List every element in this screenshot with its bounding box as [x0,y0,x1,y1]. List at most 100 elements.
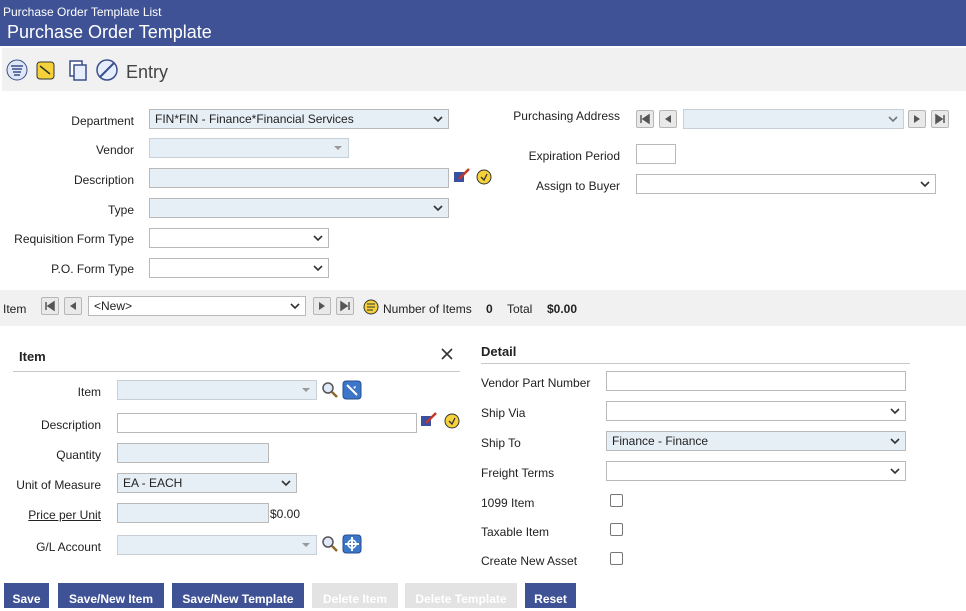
quantity-input[interactable] [117,443,269,463]
prev-icon[interactable] [659,110,677,128]
chevron-down-icon [313,265,323,272]
assign-buyer-label: Assign to Buyer [535,179,620,193]
chevron-down-icon [334,146,342,150]
vendor-part-label: Vendor Part Number [481,376,591,390]
description-label: Description [73,173,134,187]
item-1099-label: 1099 Item [481,496,535,510]
spellcheck-icon[interactable] [419,410,439,430]
purchasing-address-select[interactable] [683,109,904,129]
chevron-down-icon [890,408,900,415]
notepad-icon[interactable] [34,58,58,82]
create-asset-checkbox[interactable] [610,552,623,565]
chevron-down-icon [888,116,898,123]
mode-label: Entry [126,62,169,82]
vendor-label: Vendor [95,143,134,157]
total-label: Total [507,302,533,316]
save-new-template-button[interactable]: Save/New Template [172,583,304,608]
gl-account-combo[interactable] [117,535,317,555]
page-title: Purchase Order Template [7,22,212,42]
freight-terms-select[interactable] [606,461,906,481]
extended-price: $0.00 [270,507,301,521]
quantity-label: Quantity [56,448,101,462]
first-icon[interactable] [41,297,59,315]
expiration-period-input[interactable] [636,144,676,164]
po-form-type-select[interactable] [149,258,329,278]
save-button[interactable]: Save [4,583,49,608]
list-icon[interactable] [5,58,29,82]
notes-icon[interactable] [442,410,462,430]
reset-button[interactable]: Reset [525,583,576,608]
chevron-down-icon [433,205,443,212]
assign-buyer-select[interactable] [636,174,936,194]
vendor-part-input[interactable] [606,371,906,391]
total-value: $0.00 [547,302,578,316]
detail-divider [481,363,910,364]
expiration-period-label: Expiration Period [528,149,620,163]
taxable-item-label: Taxable Item [481,525,550,539]
delete-icon[interactable] [95,58,119,82]
chevron-down-icon [890,438,900,445]
lookup-icon[interactable] [342,534,362,554]
freight-terms-label: Freight Terms [481,466,555,480]
description-input[interactable] [149,168,449,188]
item-nav-label: Item [3,302,27,316]
next-icon[interactable] [313,297,331,315]
detail-section-title: Detail [481,344,517,359]
vendor-combo[interactable] [149,138,349,158]
item-description-input[interactable] [117,413,417,433]
item-description-label: Description [40,418,101,432]
gl-account-label: G/L Account [36,540,101,554]
department-label: Department [71,114,134,128]
req-form-type-select[interactable] [149,228,329,248]
uom-select[interactable]: EA - EACH [117,473,297,493]
search-icon[interactable] [320,534,340,554]
next-icon[interactable] [908,110,926,128]
item-combo[interactable] [117,380,317,400]
search-icon[interactable] [320,380,340,400]
req-form-type-label: Requisition Form Type [14,232,134,246]
header-bar: Purchase Order Template List Purchase Or… [0,0,966,46]
close-icon[interactable] [440,347,454,361]
taxable-item-checkbox[interactable] [610,523,623,536]
purchasing-address-label: Purchasing Address [513,109,620,123]
item-divider [13,371,460,372]
last-icon[interactable] [336,297,354,315]
chevron-down-icon [281,480,291,487]
breadcrumb[interactable]: Purchase Order Template List [3,5,162,19]
last-icon[interactable] [931,110,949,128]
ship-to-select[interactable]: Finance - Finance [606,431,906,451]
notes-icon[interactable] [361,297,381,317]
type-select[interactable] [149,198,449,218]
copy-icon[interactable] [66,58,90,82]
po-form-type-label: P.O. Form Type [51,262,134,276]
item-section-title: Item [19,349,46,364]
save-new-item-button[interactable]: Save/New Item [58,583,164,608]
price-per-unit-label[interactable]: Price per Unit [10,508,101,522]
create-asset-label: Create New Asset [481,554,578,568]
number-of-items-label: Number of Items [383,302,472,316]
item-1099-checkbox[interactable] [610,494,623,507]
chevron-down-icon [313,235,323,242]
lookup-icon[interactable] [342,380,362,400]
department-select[interactable]: FIN*FIN - Finance*Financial Services [149,109,449,129]
item-field-label: Item [77,385,101,399]
ship-to-label: Ship To [481,436,521,450]
ship-via-select[interactable] [606,401,906,421]
first-icon[interactable] [636,110,654,128]
delete-template-button: Delete Template [405,583,517,608]
spellcheck-icon[interactable] [452,166,472,186]
chevron-down-icon [890,468,900,475]
ship-via-label: Ship Via [481,406,526,420]
chevron-down-icon [433,116,443,123]
delete-item-button: Delete Item [312,583,398,608]
number-of-items-value: 0 [486,302,493,316]
chevron-down-icon [302,543,310,547]
chevron-down-icon [920,181,930,188]
prev-icon[interactable] [64,297,82,315]
item-selector[interactable]: <New> [88,296,306,316]
price-per-unit-input[interactable] [117,503,269,523]
uom-label: Unit of Measure [16,478,101,492]
type-label: Type [107,203,134,217]
chevron-down-icon [302,388,310,392]
chevron-down-icon [290,303,300,310]
